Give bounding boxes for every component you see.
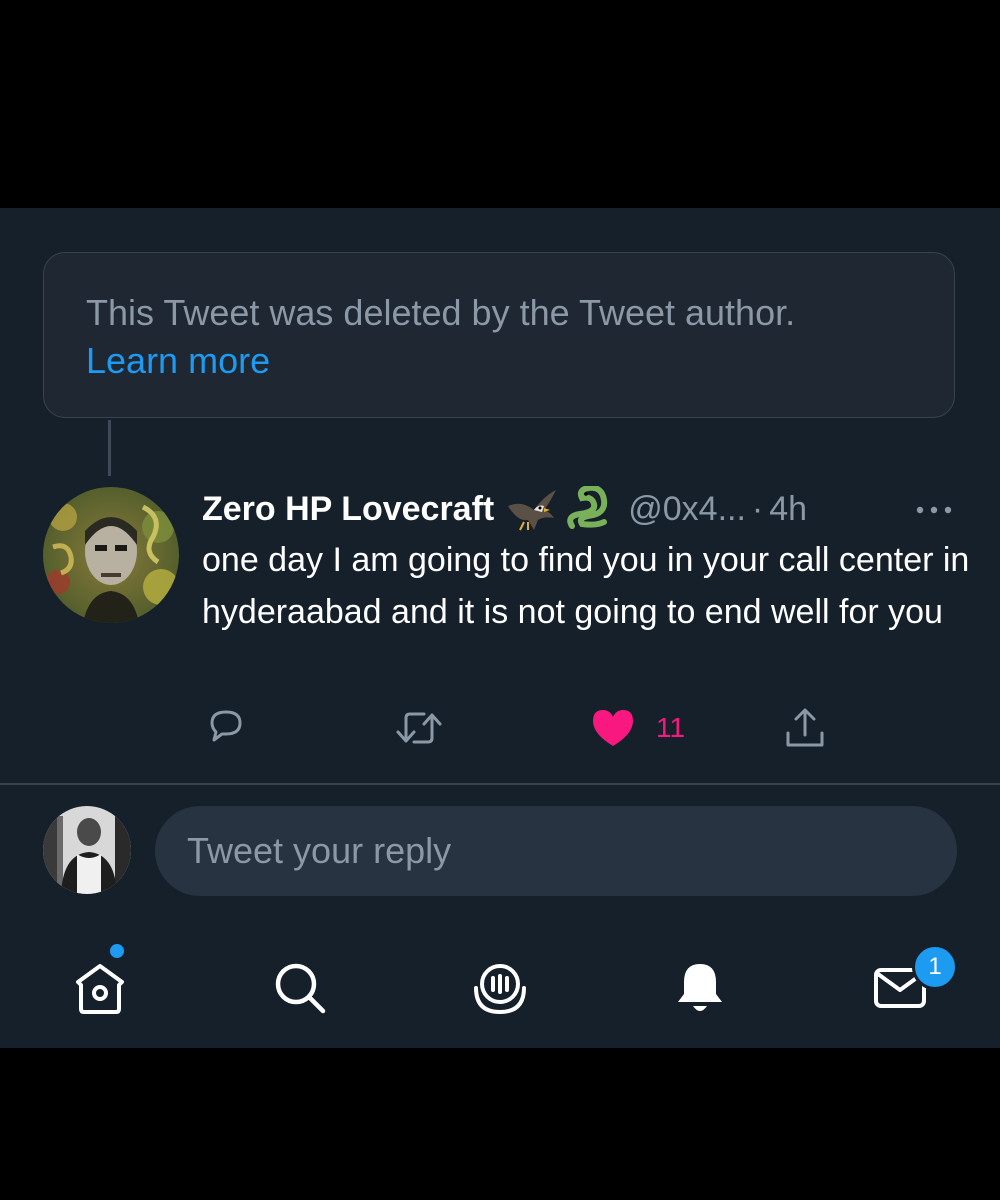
nav-notifications[interactable] — [668, 956, 732, 1020]
divider — [0, 783, 1000, 785]
home-icon — [76, 964, 124, 1014]
more-options-icon — [916, 506, 952, 514]
deleted-notice-text: This Tweet was deleted by the Tweet auth… — [86, 292, 796, 333]
tweet-detail-screen: This Tweet was deleted by the Tweet auth… — [0, 208, 1000, 1048]
author-handle[interactable]: @0x4... — [628, 490, 746, 529]
nav-home[interactable] — [68, 956, 132, 1020]
messages-unread-badge: 1 — [912, 944, 958, 990]
search-icon — [275, 963, 326, 1014]
learn-more-link[interactable]: Learn more — [86, 337, 270, 385]
spaces-icon — [474, 964, 526, 1015]
author-avatar[interactable] — [43, 487, 179, 623]
notifications-icon — [678, 964, 722, 1011]
tweet-header: Zero HP Lovecraft @0x4... · 4h — [202, 484, 807, 534]
eagle-emoji-icon — [508, 490, 557, 531]
tweet-timestamp[interactable]: 4h — [769, 490, 807, 529]
deleted-tweet-notice: This Tweet was deleted by the Tweet auth… — [43, 252, 955, 418]
author-name-emojis — [506, 486, 610, 532]
author-display-name[interactable]: Zero HP Lovecraft — [202, 490, 494, 529]
home-new-indicator — [110, 944, 124, 958]
thread-connector-line — [108, 420, 111, 476]
heart-filled-icon — [593, 710, 633, 746]
share-button[interactable] — [782, 702, 828, 754]
header-separator: · — [751, 489, 764, 528]
retweet-icon — [396, 712, 442, 744]
snake-emoji-icon — [567, 486, 608, 529]
current-user-avatar[interactable] — [43, 806, 131, 894]
reply-button[interactable] — [204, 702, 248, 754]
reply-input-placeholder: Tweet your reply — [187, 830, 452, 871]
share-icon — [786, 708, 824, 747]
reply-icon — [210, 710, 242, 742]
retweet-button[interactable] — [394, 702, 444, 754]
nav-spaces[interactable] — [468, 956, 532, 1020]
more-options-button[interactable] — [912, 490, 956, 530]
like-button[interactable]: 11 — [592, 702, 685, 754]
tweet-text: one day I am going to find you in your c… — [202, 541, 970, 631]
reply-input[interactable]: Tweet your reply — [155, 806, 957, 896]
nav-search[interactable] — [268, 956, 332, 1020]
like-count: 11 — [656, 712, 686, 743]
